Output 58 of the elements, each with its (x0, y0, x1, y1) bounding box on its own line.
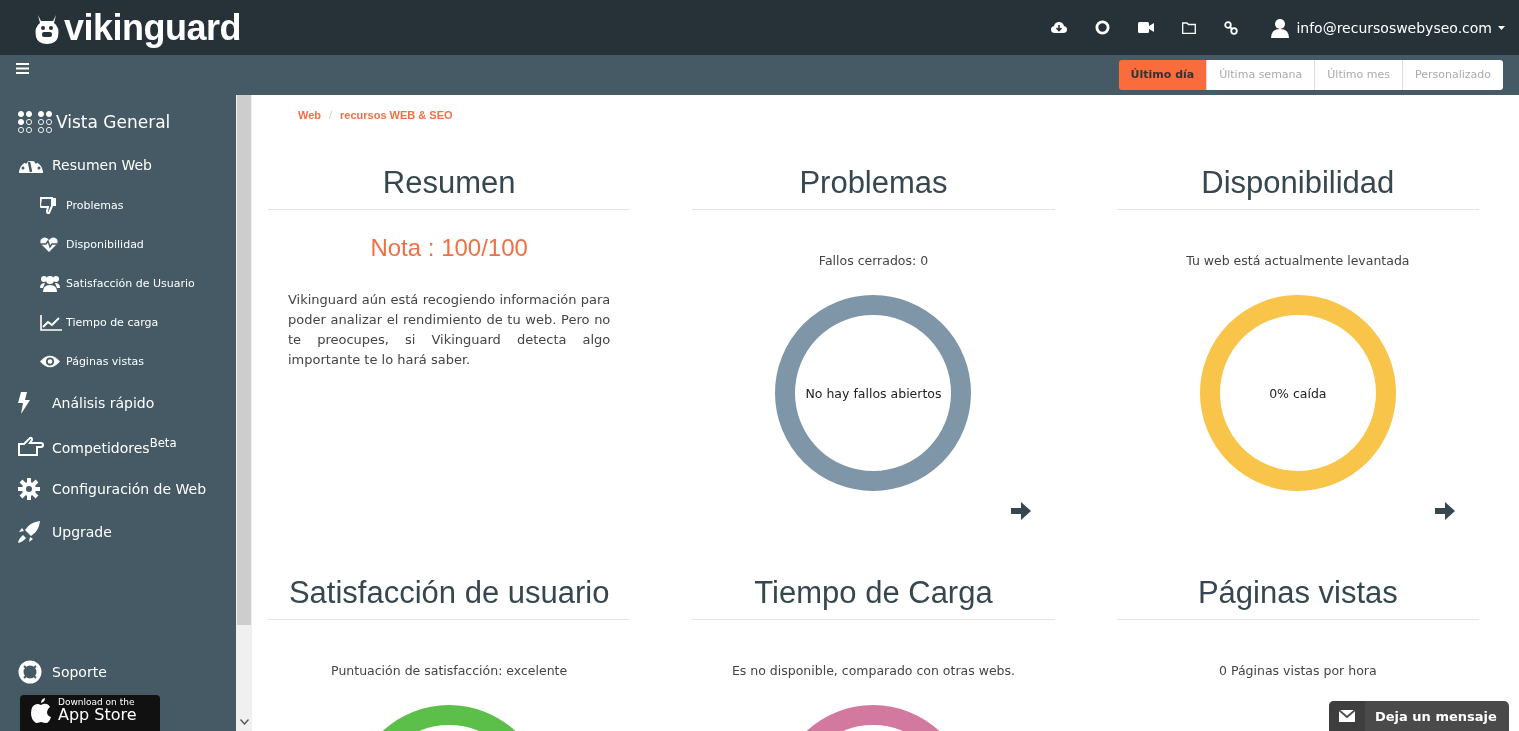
folder-icon[interactable] (1182, 21, 1197, 34)
lifebuoy-icon[interactable] (1095, 20, 1111, 35)
dot-grid-icon (18, 111, 52, 133)
user-menu[interactable]: info@recursoswebyseo.com (1270, 17, 1505, 38)
caret-icon (1498, 25, 1505, 30)
users-icon (40, 275, 60, 292)
panel-subtitle: 0 Páginas vistas por hora (1219, 663, 1377, 678)
sidebar-item[interactable]: Competidores$^{Beta}$ (0, 424, 236, 467)
envelope-icon (1339, 710, 1355, 722)
panel-title: Satisfacción de usuario (268, 575, 631, 620)
menu-icon[interactable] (16, 62, 29, 74)
panel-subtitle: Fallos cerrados: 0 (818, 253, 929, 268)
panel-title: Resumen (268, 165, 631, 210)
sidebar-subitem[interactable]: Tiempo de carga (0, 303, 236, 342)
line-chart-icon (40, 314, 62, 331)
breadcrumb-separator: / (329, 109, 333, 121)
donut-label: 0% caída (1269, 385, 1327, 401)
panel-title: Tiempo de Carga (692, 575, 1055, 620)
video-camera-icon[interactable] (1138, 22, 1155, 33)
sidebar-subitem[interactable]: Disponibilidad (0, 225, 236, 264)
sidebar-item[interactable]: Soporte (0, 650, 236, 693)
message-button[interactable]: Deja un mensaje (1329, 701, 1509, 731)
panel-title: Disponibilidad (1116, 165, 1479, 210)
logo-text[interactable]: vikinguard (64, 6, 242, 49)
panel-title: Problemas (692, 165, 1055, 210)
eye-icon (40, 355, 60, 368)
rocket-icon (18, 520, 40, 543)
arrow-right-icon[interactable] (1435, 501, 1455, 521)
sidebar-item[interactable]: Configuración de Web (0, 467, 236, 510)
sidebar-subitem[interactable]: Páginas vistas (0, 342, 236, 381)
panel-title: Páginas vistas (1116, 575, 1479, 620)
scrollbar[interactable] (236, 95, 252, 731)
panel-subtitle: Puntuación de satisfacción: excelente (331, 663, 568, 678)
pointing-hand-icon (18, 435, 44, 456)
apple-icon (30, 698, 52, 724)
sidebar-item[interactable]: Análisis rápido (0, 381, 236, 424)
arrow-right-icon[interactable] (1010, 501, 1031, 521)
scroll-down-icon[interactable] (240, 719, 249, 725)
sidebar-item[interactable]: Vista General (0, 107, 236, 137)
heartbeat-icon (40, 237, 58, 252)
thumbs-down-icon (40, 197, 56, 214)
link-icon[interactable] (1224, 20, 1239, 35)
lifebuoy-icon (18, 659, 42, 684)
lightning-bolt-icon (18, 391, 30, 414)
panel-subtitle: Tu web está actualmente levantada (1186, 253, 1410, 268)
settings-icon (18, 477, 40, 500)
sidebar-subitem[interactable]: Satisfacción de Usuario (0, 264, 236, 303)
panel-subtitle: Es no disponible, comparado con otras webs. (731, 663, 1016, 678)
sidebar-item[interactable]: Upgrade (0, 510, 236, 553)
user-icon (1270, 17, 1291, 38)
cloud-download-icon[interactable] (1051, 21, 1068, 34)
time-range-tab[interactable]: Último día (1118, 59, 1207, 90)
description-text: Vikinguard aún está recogiendo información para poder analizar el rendimiento de tu web. Pero no te preocupes, si Vikinguard detecta algo importante te lo hará saber. (288, 291, 611, 369)
app-store-badge[interactable]: Download on the App Store (20, 695, 160, 731)
sidebar-subitem[interactable]: Problemas (0, 186, 236, 225)
sidebar-item[interactable]: Resumen Web (0, 143, 236, 186)
score-text: Nota : 100/100 (370, 234, 528, 262)
donut-label: No hay fallos abiertos (805, 385, 942, 401)
